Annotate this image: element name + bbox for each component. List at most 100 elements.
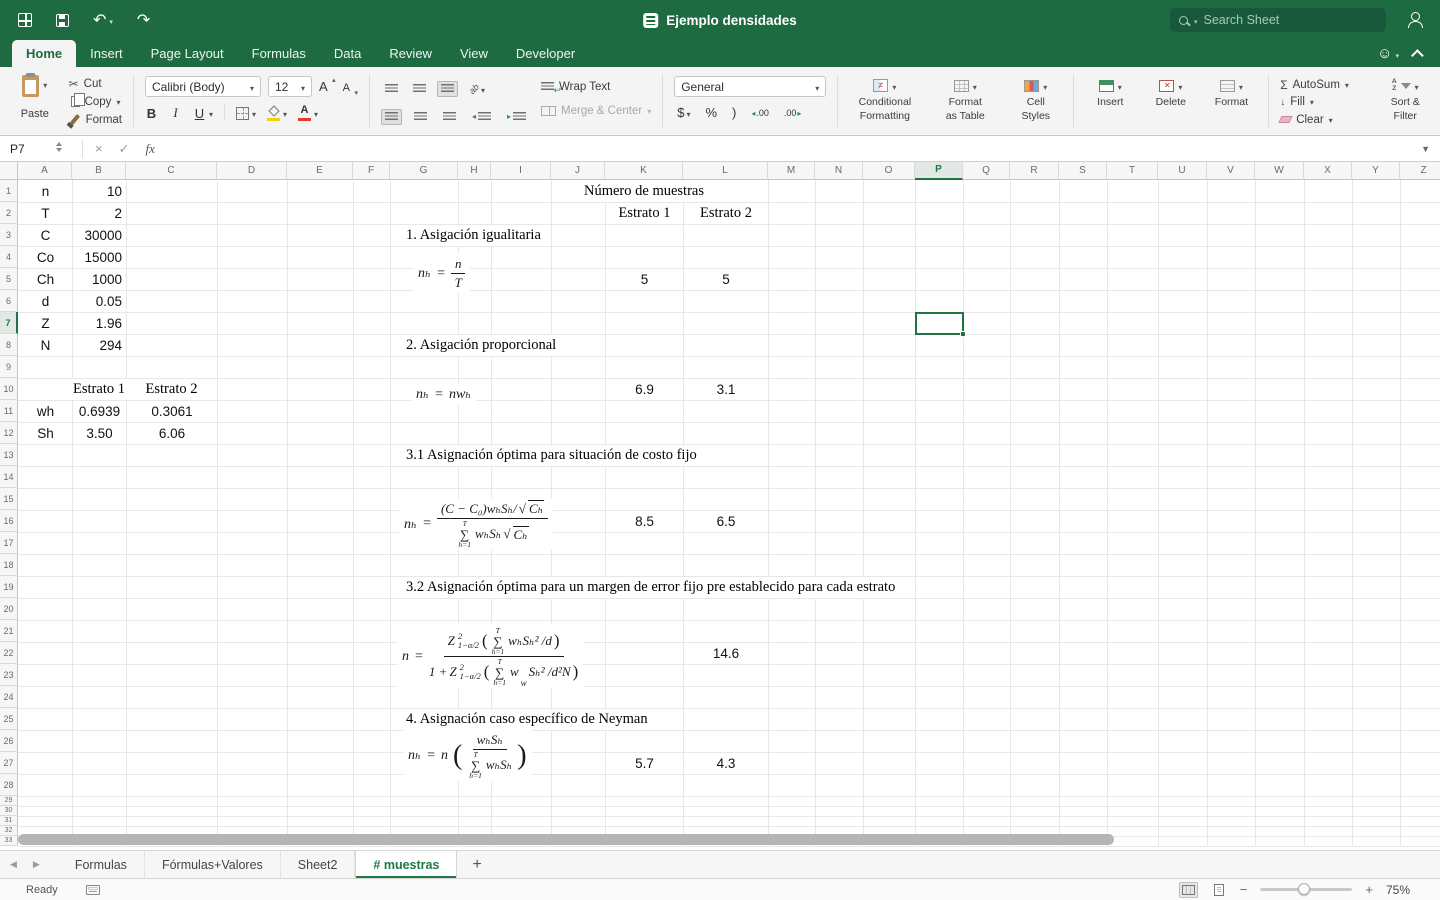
column-header-W[interactable]: W [1255, 162, 1304, 180]
column-header-P[interactable]: P [915, 162, 963, 180]
column-header-M[interactable]: M [768, 162, 815, 180]
orientation-caret[interactable] [481, 80, 485, 98]
paste-caret[interactable] [43, 75, 47, 93]
currency-button[interactable]: $ [677, 105, 690, 120]
fill-color-caret[interactable] [283, 104, 287, 122]
cell-L22[interactable]: 14.6 [684, 643, 768, 664]
sheet-tab-formulas[interactable]: Formulas [58, 851, 145, 878]
cell-K10[interactable]: 6.9 [606, 379, 683, 400]
conditional-formatting-caret[interactable] [892, 77, 896, 95]
app-grid-icon[interactable] [18, 13, 32, 27]
search-scope-caret[interactable] [1194, 13, 1198, 27]
formula-equal-allocation[interactable]: nₕ = n T [413, 254, 471, 293]
cell-A8[interactable]: N [19, 335, 72, 356]
cell-K5[interactable]: 5 [606, 269, 683, 290]
insert-cells-button[interactable]: Insert [1085, 72, 1137, 135]
align-center-button[interactable] [410, 109, 431, 125]
cell-B4[interactable]: 15000 [73, 247, 125, 268]
merge-center-caret[interactable] [647, 105, 651, 117]
ribbon-tab-view[interactable]: View [446, 40, 502, 67]
add-sheet-button[interactable] [457, 851, 496, 878]
fill-button[interactable]: Fill [1280, 95, 1367, 110]
column-header-B[interactable]: B [72, 162, 126, 180]
row-header-31[interactable]: 31 [0, 816, 18, 826]
row-header-13[interactable]: 13 [0, 444, 18, 466]
cell-L2[interactable]: Estrato 2 [684, 203, 768, 224]
decrease-decimal-button[interactable]: .00 [784, 108, 802, 118]
delete-cells-button[interactable]: Delete [1145, 72, 1197, 135]
number-format-caret[interactable] [815, 80, 819, 94]
horizontal-scrollbar[interactable] [18, 834, 1114, 845]
redo-button[interactable] [137, 10, 150, 30]
sheet-tab-sheet2[interactable]: Sheet2 [281, 851, 356, 878]
copy-caret[interactable] [116, 96, 120, 108]
increase-decimal-button[interactable]: .00 [751, 108, 769, 118]
cell-K16[interactable]: 8.5 [606, 511, 683, 532]
row-header-29[interactable]: 29 [0, 796, 18, 806]
cell-A11[interactable]: wh [19, 401, 72, 422]
cell-K27[interactable]: 5.7 [606, 753, 683, 774]
enter-button[interactable]: ✓ [119, 141, 130, 157]
select-all-corner[interactable] [0, 162, 18, 180]
cell-C12[interactable]: 6.06 [127, 423, 217, 444]
cell-G8[interactable]: 2. Asigación proporcional [403, 335, 560, 356]
row-header-6[interactable]: 6 [0, 290, 18, 312]
font-size-caret[interactable] [301, 80, 305, 94]
column-header-T[interactable]: T [1107, 162, 1158, 180]
cell-L16[interactable]: 6.5 [684, 511, 768, 532]
merge-center-button[interactable]: Merge & Center [541, 103, 651, 118]
shrink-font-button[interactable] [343, 78, 359, 97]
borders-button[interactable] [236, 104, 256, 122]
insert-cells-caret[interactable] [1118, 77, 1122, 95]
text-orientation-button[interactable]: ab [465, 77, 489, 101]
cell-B11[interactable]: 0.6939 [73, 401, 126, 422]
column-header-F[interactable]: F [353, 162, 390, 180]
column-header-G[interactable]: G [390, 162, 458, 180]
cell-B2[interactable]: 2 [73, 203, 125, 224]
column-header-K[interactable]: K [605, 162, 683, 180]
formula-bar-expand-caret[interactable]: ▼ [1421, 144, 1430, 154]
cell-B8[interactable]: 294 [73, 335, 125, 356]
cell-A5[interactable]: Ch [19, 269, 72, 290]
column-header-V[interactable]: V [1207, 162, 1255, 180]
row-header-15[interactable]: 15 [0, 488, 18, 510]
align-top-button[interactable] [381, 81, 402, 97]
font-family-caret[interactable] [250, 80, 254, 94]
sort-filter-caret[interactable] [1415, 77, 1419, 95]
column-header-C[interactable]: C [126, 162, 217, 180]
zoom-in-button[interactable] [1365, 882, 1373, 897]
column-header-A[interactable]: A [18, 162, 72, 180]
align-bottom-button[interactable] [436, 81, 458, 97]
format-painter-button[interactable]: Format [69, 112, 122, 127]
cell-L27[interactable]: 4.3 [684, 753, 768, 774]
row-header-17[interactable]: 17 [0, 532, 18, 554]
page-layout-view-button[interactable] [1211, 881, 1227, 899]
sheet-tab-fórmulas+valores[interactable]: Fórmulas+Valores [145, 851, 281, 878]
formula-proportional-allocation[interactable]: nₕ = nwₕ [411, 384, 477, 405]
ribbon-tab-review[interactable]: Review [375, 40, 446, 67]
row-header-8[interactable]: 8 [0, 334, 18, 356]
autosum-button[interactable]: AutoSum [1280, 77, 1367, 92]
cell-A7[interactable]: Z [19, 313, 72, 334]
row-header-24[interactable]: 24 [0, 686, 18, 708]
undo-button[interactable] [93, 10, 113, 30]
wrap-text-button[interactable]: Wrap Text [541, 79, 651, 96]
cell-styles-caret[interactable] [1043, 77, 1047, 95]
cell-B1[interactable]: 10 [73, 181, 125, 202]
percent-button[interactable]: % [705, 105, 717, 120]
row-header-23[interactable]: 23 [0, 664, 18, 686]
row-header-26[interactable]: 26 [0, 730, 18, 752]
ribbon-tab-data[interactable]: Data [320, 40, 375, 67]
column-header-X[interactable]: X [1304, 162, 1352, 180]
fill-color-button[interactable] [267, 104, 287, 122]
ribbon-tab-formulas[interactable]: Formulas [238, 40, 320, 67]
row-header-5[interactable]: 5 [0, 268, 18, 290]
zoom-slider-thumb[interactable] [1298, 883, 1311, 895]
formula-optimal-fixed-error[interactable]: n = Z 2 1−α/2 ( T ∑ h=1 wₕSₕ² /d ) 1 + Z 21… [397, 625, 584, 688]
row-header-14[interactable]: 14 [0, 466, 18, 488]
delete-cells-caret[interactable] [1178, 77, 1182, 95]
feedback-smiley-button[interactable] [1377, 45, 1399, 63]
cell-A6[interactable]: d [19, 291, 72, 312]
cell-C11[interactable]: 0.3061 [127, 401, 217, 422]
cell-A12[interactable]: Sh [19, 423, 72, 444]
